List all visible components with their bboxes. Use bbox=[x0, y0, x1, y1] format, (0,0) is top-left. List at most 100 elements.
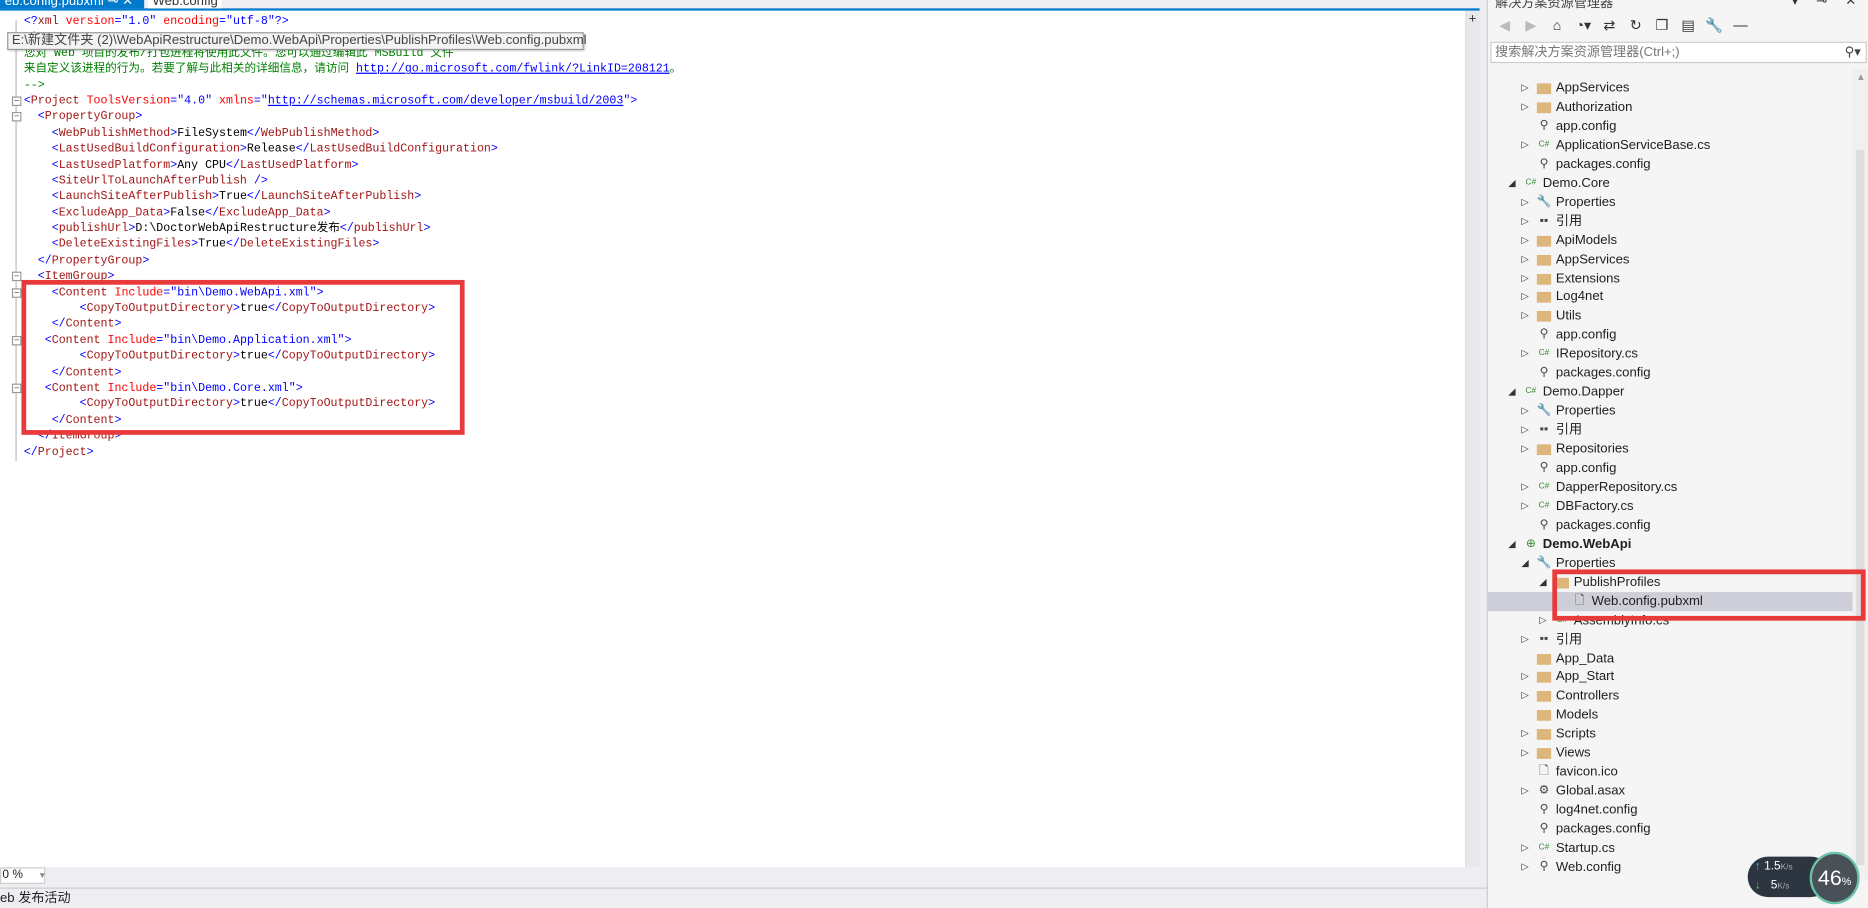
tree-item[interactable]: ▷ C# DapperRepository.cs bbox=[1488, 478, 1853, 497]
tree-item[interactable]: ▷ Extensions bbox=[1488, 269, 1853, 288]
collapsed-arrow-icon[interactable]: ▷ bbox=[1521, 782, 1531, 801]
tree-item[interactable]: ▷ App_Start bbox=[1488, 668, 1853, 687]
tree-item[interactable]: ⚲ packages.config bbox=[1488, 516, 1853, 535]
code-line[interactable]: --> bbox=[24, 77, 682, 93]
tree-item[interactable]: ◢ C# Demo.Dapper bbox=[1488, 383, 1853, 402]
close-icon[interactable]: ✕ bbox=[122, 0, 133, 8]
pin-icon[interactable]: ⊸ bbox=[107, 0, 118, 8]
editor-vertical-scrollbar[interactable] bbox=[1465, 10, 1480, 868]
collapsed-arrow-icon[interactable]: ▷ bbox=[1521, 668, 1531, 687]
collapsed-arrow-icon[interactable]: ▷ bbox=[1521, 136, 1531, 155]
code-line[interactable]: </PropertyGroup> bbox=[24, 252, 682, 268]
code-line[interactable]: <LastUsedBuildConfiguration>Release</Las… bbox=[24, 141, 682, 157]
collapse-icon[interactable]: − bbox=[11, 335, 22, 346]
code-line[interactable]: <publishUrl>D:\DoctorWebApiRestructure发布… bbox=[24, 220, 682, 236]
scroll-up-icon[interactable]: ▲ bbox=[1856, 71, 1865, 82]
back-icon[interactable]: ◀ bbox=[1495, 17, 1514, 34]
collapse-icon[interactable]: − bbox=[11, 96, 22, 107]
code-line[interactable]: <ExcludeApp_Data>False</ExcludeApp_Data> bbox=[24, 205, 682, 221]
expanded-arrow-icon[interactable]: ◢ bbox=[1521, 554, 1531, 573]
tree-item[interactable]: ▷ ApiModels bbox=[1488, 231, 1853, 250]
split-icon[interactable]: + bbox=[1467, 12, 1479, 26]
tree-item[interactable]: ◢ C# Demo.Core bbox=[1488, 174, 1853, 193]
collapsed-arrow-icon[interactable]: ▷ bbox=[1521, 250, 1531, 269]
code-line[interactable]: <?xml version="1.0" encoding="utf-8"?> bbox=[24, 13, 682, 29]
tree-item[interactable]: ▷ Authorization bbox=[1488, 98, 1853, 117]
collapsed-arrow-icon[interactable]: ▷ bbox=[1521, 725, 1531, 744]
tree-item[interactable]: ▷ Utils bbox=[1488, 307, 1853, 326]
collapsed-arrow-icon[interactable]: ▷ bbox=[1521, 630, 1531, 649]
sync-icon[interactable]: ⇄ bbox=[1600, 17, 1619, 34]
collapsed-arrow-icon[interactable]: ▷ bbox=[1521, 478, 1531, 497]
collapsed-arrow-icon[interactable]: ▷ bbox=[1539, 611, 1549, 630]
editor-horizontal-scrollbar[interactable] bbox=[47, 867, 1480, 884]
history-icon[interactable]: ◔▾ bbox=[1574, 17, 1593, 34]
tree-item[interactable]: ⚲ app.config bbox=[1488, 117, 1853, 136]
code-line[interactable]: 来自定义该进程的行为。若要了解与此相关的详细信息，请访问 http://go.m… bbox=[24, 61, 682, 77]
forward-icon[interactable]: ▶ bbox=[1521, 17, 1540, 34]
search-icon[interactable]: ⚲▾ bbox=[1845, 43, 1861, 62]
collapsed-arrow-icon[interactable]: ▷ bbox=[1521, 839, 1531, 858]
expanded-arrow-icon[interactable]: ◢ bbox=[1508, 174, 1518, 193]
collapse-icon[interactable]: − bbox=[11, 287, 22, 298]
collapsed-arrow-icon[interactable]: ▷ bbox=[1521, 288, 1531, 307]
collapsed-arrow-icon[interactable]: ▷ bbox=[1521, 402, 1531, 421]
code-line[interactable]: <LastUsedPlatform>Any CPU</LastUsedPlatf… bbox=[24, 157, 682, 173]
collapse-icon[interactable]: − bbox=[11, 112, 22, 122]
tree-item[interactable]: ▷ Controllers bbox=[1488, 687, 1853, 706]
collapsed-arrow-icon[interactable]: ▷ bbox=[1521, 79, 1531, 98]
expanded-arrow-icon[interactable]: ◢ bbox=[1539, 573, 1549, 592]
collapsed-arrow-icon[interactable]: ▷ bbox=[1521, 231, 1531, 250]
preview-icon[interactable]: — bbox=[1731, 17, 1750, 34]
collapsed-arrow-icon[interactable]: ▷ bbox=[1521, 307, 1531, 326]
tree-item[interactable]: ⚲ app.config bbox=[1488, 326, 1853, 345]
tree-scrollbar[interactable]: ▲ bbox=[1852, 69, 1868, 880]
collapse-all-icon[interactable]: ❐ bbox=[1652, 17, 1671, 34]
collapsed-arrow-icon[interactable]: ▷ bbox=[1521, 269, 1531, 288]
collapsed-arrow-icon[interactable]: ▷ bbox=[1521, 98, 1531, 117]
panel-window-buttons[interactable]: ▾ ⊸ ✕ bbox=[1792, 0, 1864, 8]
tree-item[interactable]: ⚲ packages.config bbox=[1488, 155, 1853, 174]
code-line[interactable]: <SiteUrlToLaunchAfterPublish /> bbox=[24, 173, 682, 189]
tree-item[interactable]: ▷ Scripts bbox=[1488, 725, 1853, 744]
tree-item[interactable]: ▷ AppServices bbox=[1488, 250, 1853, 269]
collapsed-arrow-icon[interactable]: ▷ bbox=[1521, 193, 1531, 212]
expanded-arrow-icon[interactable]: ◢ bbox=[1508, 383, 1518, 402]
tree-item[interactable]: ⚲ app.config bbox=[1488, 459, 1853, 478]
tree-item[interactable]: ▷ C# DBFactory.cs bbox=[1488, 497, 1853, 516]
code-link[interactable]: http://go.microsoft.com/fwlink/?LinkID=2… bbox=[356, 62, 670, 75]
tree-item[interactable]: ▷ AppServices bbox=[1488, 79, 1853, 98]
tree-item[interactable]: ▷ 🔧 Properties bbox=[1488, 193, 1853, 212]
expanded-arrow-icon[interactable]: ◢ bbox=[1508, 535, 1518, 554]
tab-web-config-pubxml[interactable]: eb.config.pubxml ⊸ ✕ bbox=[0, 0, 145, 9]
tab-web-config[interactable]: Web.config bbox=[147, 0, 222, 9]
memory-usage-gauge[interactable]: 46% bbox=[1809, 851, 1860, 905]
collapsed-arrow-icon[interactable]: ▷ bbox=[1521, 440, 1531, 459]
properties-icon[interactable]: 🔧 bbox=[1705, 17, 1724, 34]
tree-item[interactable]: ⚲ packages.config bbox=[1488, 820, 1853, 839]
collapsed-arrow-icon[interactable]: ▷ bbox=[1521, 687, 1531, 706]
code-line[interactable]: <DeleteExistingFiles>True</DeleteExistin… bbox=[24, 236, 682, 252]
collapse-icon[interactable]: − bbox=[11, 271, 22, 282]
code-line[interactable]: <PropertyGroup> bbox=[24, 109, 682, 125]
collapsed-arrow-icon[interactable]: ▷ bbox=[1521, 421, 1531, 440]
tree-item[interactable]: ▷ ⚙ Global.asax bbox=[1488, 782, 1853, 801]
collapsed-arrow-icon[interactable]: ▷ bbox=[1521, 744, 1531, 763]
collapsed-arrow-icon[interactable]: ▷ bbox=[1521, 212, 1531, 231]
zoom-combo[interactable]: 0 % ▼ bbox=[0, 867, 46, 884]
tree-item[interactable]: App_Data bbox=[1488, 649, 1853, 668]
tree-item[interactable]: ▷ C# IRepository.cs bbox=[1488, 345, 1853, 364]
collapsed-arrow-icon[interactable]: ▷ bbox=[1521, 345, 1531, 364]
code-link[interactable]: http://schemas.microsoft.com/developer/m… bbox=[268, 94, 624, 107]
search-input[interactable]: 搜索解决方案资源管理器(Ctrl+;) ⚲▾ bbox=[1490, 41, 1867, 64]
tree-item[interactable]: ▷ ▪▪ 引用 bbox=[1488, 212, 1853, 231]
code-line[interactable]: <WebPublishMethod>FileSystem</WebPublish… bbox=[24, 125, 682, 141]
tree-item[interactable]: ▷ Repositories bbox=[1488, 440, 1853, 459]
code-line[interactable]: <LaunchSiteAfterPublish>True</LaunchSite… bbox=[24, 189, 682, 205]
show-all-files-icon[interactable]: ▤ bbox=[1679, 17, 1698, 34]
code-editor[interactable]: − − − − − − <?xml version="1.0" encoding="utf… bbox=[0, 10, 1466, 868]
code-line[interactable]: </Project> bbox=[24, 444, 682, 460]
collapsed-arrow-icon[interactable]: ▷ bbox=[1521, 858, 1531, 877]
collapse-icon[interactable]: − bbox=[11, 383, 22, 394]
tree-item[interactable]: Models bbox=[1488, 706, 1853, 725]
